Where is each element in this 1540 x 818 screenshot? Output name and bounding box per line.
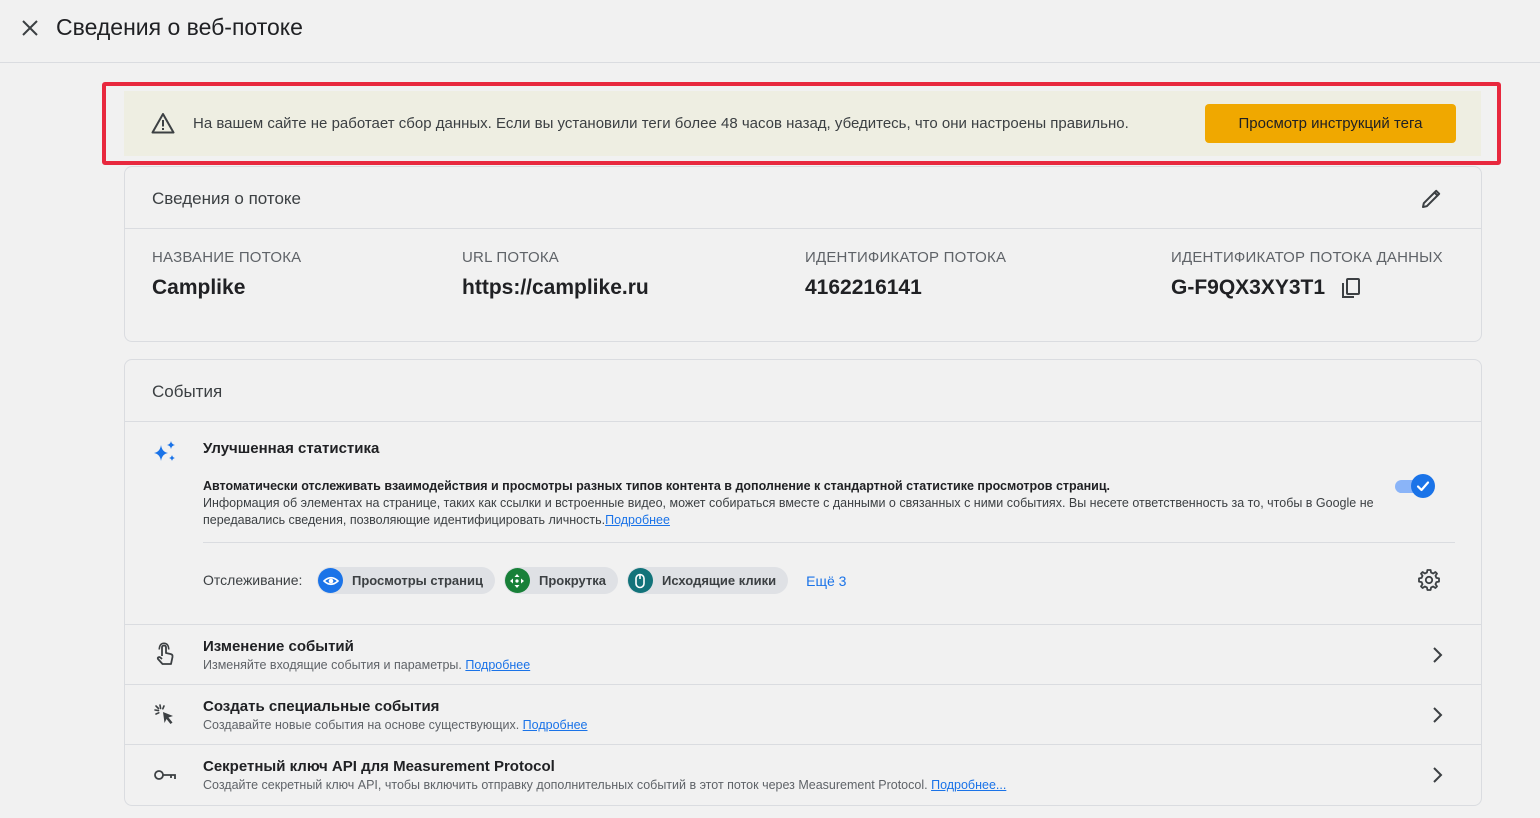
events-card: События Улучшенная статистика Автоматиче…	[124, 359, 1482, 806]
stream-details-header: Сведения о потоке	[125, 167, 1481, 229]
key-icon	[152, 762, 178, 788]
divider	[203, 542, 1455, 543]
field-stream-id: ИДЕНТИФИКАТОР ПОТОКА 4162216141	[805, 249, 1006, 300]
field-label: ИДЕНТИФИКАТОР ПОТОКА ДАННЫХ	[1171, 249, 1443, 266]
close-icon[interactable]	[18, 16, 42, 40]
events-header: События	[125, 360, 1481, 422]
learn-more-link[interactable]: Подробнее	[605, 513, 670, 527]
enhanced-desc-line2: Информация об элементах на странице, так…	[203, 496, 1374, 527]
chevron-right-icon	[1425, 643, 1449, 667]
field-label: URL ПОТОКА	[462, 249, 559, 266]
field-stream-url: URL ПОТОКА https://camplike.ru	[462, 249, 649, 300]
enhanced-measurement-description: Автоматически отслеживать взаимодействия…	[203, 478, 1393, 529]
learn-more-link[interactable]: Подробнее...	[931, 778, 1006, 792]
tracking-label: Отслеживание:	[203, 572, 303, 588]
more-events-link[interactable]: Ещё 3	[806, 573, 846, 589]
enhanced-measurement-toggle[interactable]	[1395, 474, 1435, 498]
row-subtitle: Изменяйте входящие события и параметры. …	[203, 658, 530, 672]
row-subtitle: Создавайте новые события на основе сущес…	[203, 718, 588, 732]
field-value: https://camplike.ru	[462, 276, 649, 299]
scroll-icon	[504, 568, 530, 593]
chip-scroll[interactable]: Прокрутка	[503, 567, 618, 594]
row-subtitle-text: Изменяйте входящие события и параметры.	[203, 658, 462, 672]
row-title: Изменение событий	[203, 638, 354, 655]
measurement-protocol-row[interactable]: Секретный ключ API для Measurement Proto…	[125, 745, 1481, 805]
cursor-click-icon	[152, 702, 178, 728]
chip-label: Прокрутка	[538, 573, 606, 588]
events-title: События	[152, 382, 223, 401]
row-title: Создать специальные события	[203, 698, 440, 715]
chip-page-views[interactable]: Просмотры страниц	[317, 567, 495, 594]
field-value: 4162216141	[805, 276, 922, 299]
top-bar: Сведения о веб-потоке	[0, 0, 1540, 63]
modify-events-row[interactable]: Изменение событий Изменяйте входящие соб…	[125, 625, 1481, 685]
warning-icon	[151, 112, 175, 134]
chevron-right-icon	[1425, 763, 1449, 787]
learn-more-link[interactable]: Подробнее	[523, 718, 588, 732]
stream-details-title: Сведения о потоке	[152, 189, 301, 208]
chip-label: Исходящие клики	[661, 573, 777, 588]
field-measurement-id: ИДЕНТИФИКАТОР ПОТОКА ДАННЫХ G-F9QX3XY3T1	[1171, 249, 1443, 300]
eye-icon	[318, 568, 343, 593]
field-label: НАЗВАНИЕ ПОТОКА	[152, 249, 302, 266]
gear-icon[interactable]	[1417, 568, 1441, 592]
enhanced-measurement-section: Улучшенная статистика Автоматически отсл…	[125, 422, 1481, 625]
field-value: Camplike	[152, 276, 246, 299]
row-subtitle-text: Создайте секретный ключ API, чтобы включ…	[203, 778, 928, 792]
enhanced-measurement-title: Улучшенная статистика	[203, 440, 380, 457]
field-stream-name: НАЗВАНИЕ ПОТОКА Camplike	[152, 249, 301, 300]
row-subtitle: Создайте секретный ключ API, чтобы включ…	[203, 778, 1006, 792]
chevron-right-icon	[1425, 703, 1449, 727]
chip-label: Просмотры страниц	[352, 573, 483, 588]
edit-icon[interactable]	[1419, 187, 1443, 211]
copy-icon[interactable]	[1339, 276, 1363, 300]
alert-message: На вашем сайте не работает сбор данных. …	[193, 115, 1129, 132]
row-subtitle-text: Создавайте новые события на основе сущес…	[203, 718, 520, 732]
field-label: ИДЕНТИФИКАТОР ПОТОКА	[805, 249, 1007, 266]
create-custom-events-row[interactable]: Создать специальные события Создавайте н…	[125, 685, 1481, 745]
stream-details-card: Сведения о потоке НАЗВАНИЕ ПОТОКА Campli…	[124, 166, 1482, 342]
enhanced-desc-line1: Автоматически отслеживать взаимодействия…	[203, 479, 1111, 493]
sparkle-icon	[152, 439, 178, 465]
data-collection-alert: На вашем сайте не работает сбор данных. …	[124, 91, 1481, 156]
row-title: Секретный ключ API для Measurement Proto…	[203, 758, 555, 775]
view-tag-instructions-button[interactable]: Просмотр инструкций тега	[1205, 104, 1456, 143]
page-title: Сведения о веб-потоке	[56, 14, 303, 40]
learn-more-link[interactable]: Подробнее	[465, 658, 530, 672]
touch-icon	[152, 642, 178, 668]
chip-outbound-clicks[interactable]: Исходящие клики	[626, 567, 789, 594]
field-value: G-F9QX3XY3T1	[1171, 276, 1326, 299]
check-icon	[1411, 474, 1435, 498]
tracked-events-chips: Просмотры страниц Прокрутка Исходящие кл…	[317, 567, 846, 594]
mouse-icon	[627, 568, 653, 593]
